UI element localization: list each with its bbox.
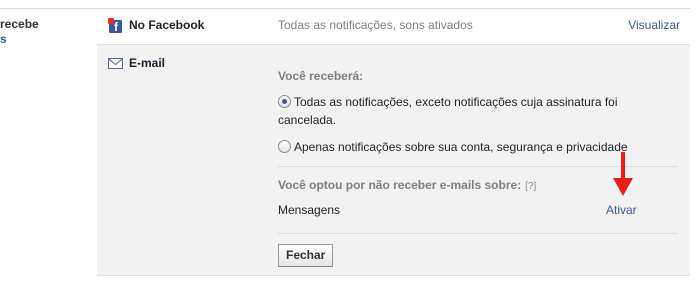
receive-heading: Você receberá: bbox=[278, 69, 364, 83]
envelope-icon bbox=[108, 58, 123, 69]
left-column-text: recebe s bbox=[0, 17, 39, 47]
facebook-notifications-row: f No Facebook Todas as notificações, son… bbox=[97, 9, 690, 44]
radio-unselected-icon[interactable] bbox=[278, 140, 291, 153]
option-all-notifications[interactable]: Todas as notificações, exceto notificaçõ… bbox=[278, 93, 668, 129]
email-settings-panel: E-mail Você receberá: Todas as notificaç… bbox=[97, 44, 690, 276]
close-button[interactable]: Fechar bbox=[278, 244, 334, 267]
section-divider-bottom bbox=[278, 233, 678, 234]
view-link[interactable]: Visualizar bbox=[628, 18, 680, 32]
left-column-line1: recebe bbox=[0, 17, 39, 31]
facebook-row-status: Todas as notificações, sons ativados bbox=[278, 18, 473, 32]
optout-heading-text: Você optou por não receber e-mails sobre… bbox=[278, 178, 522, 192]
help-link[interactable]: [?] bbox=[525, 181, 536, 192]
red-arrow-down-icon bbox=[613, 152, 633, 196]
facebook-row-label: No Facebook bbox=[129, 18, 205, 32]
radio-selected-icon[interactable] bbox=[278, 95, 291, 108]
optout-heading: Você optou por não receber e-mails sobre… bbox=[278, 178, 536, 192]
facebook-notification-icon: f bbox=[108, 18, 124, 34]
optout-item-messages: Mensagens bbox=[278, 203, 341, 217]
left-column-line2[interactable]: s bbox=[0, 32, 39, 47]
option-all-notifications-label: Todas as notificações, exceto notificaçõ… bbox=[278, 95, 618, 127]
option-account-only-label: Apenas notificações sobre sua conta, seg… bbox=[294, 140, 628, 154]
activate-link[interactable]: Ativar bbox=[606, 203, 637, 217]
email-row-label: E-mail bbox=[129, 56, 166, 70]
